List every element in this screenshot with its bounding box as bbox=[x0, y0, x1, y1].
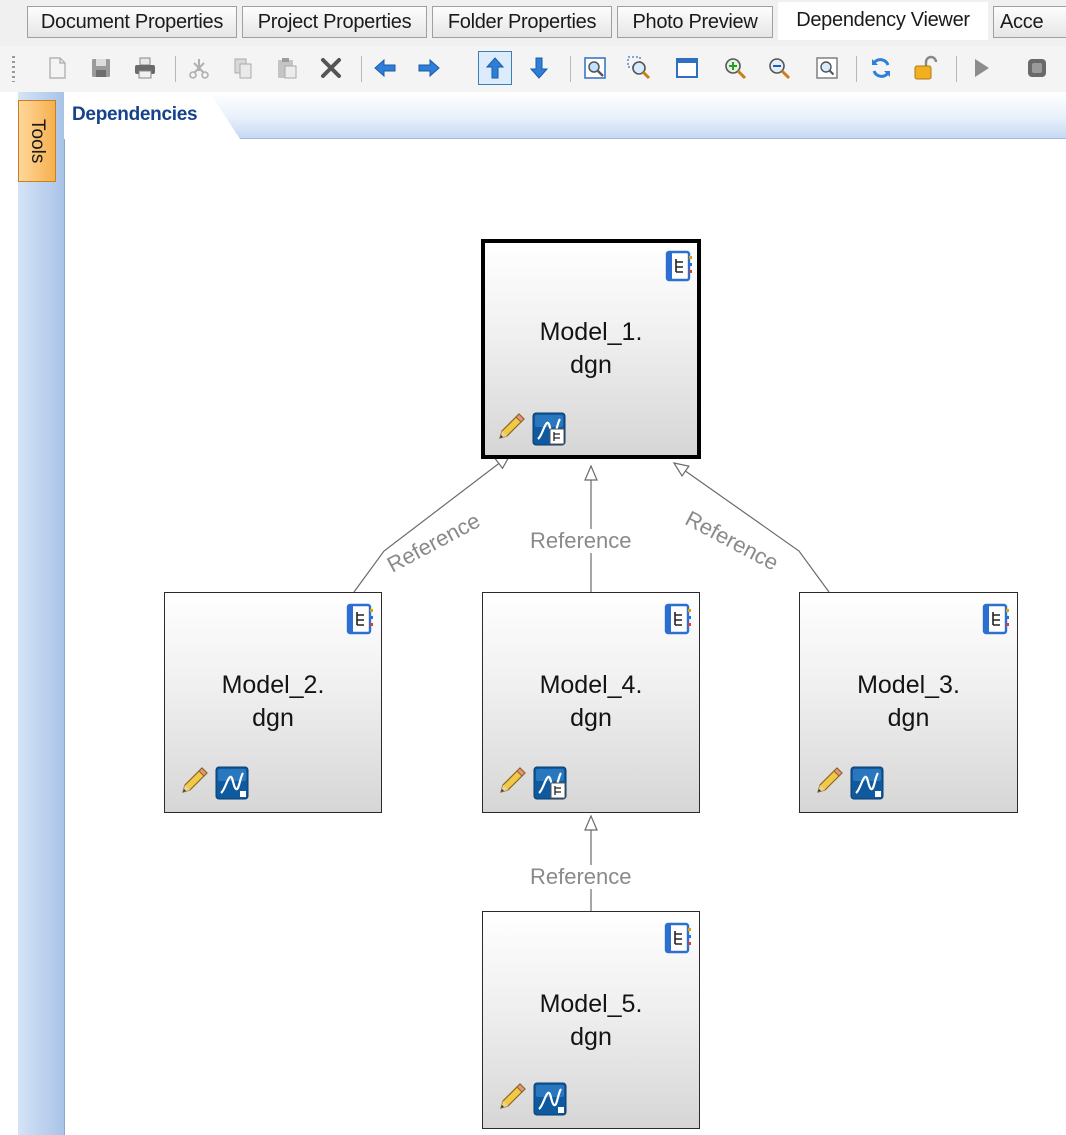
document-type-icon bbox=[346, 603, 374, 635]
node-filename: Model_5.dgn bbox=[483, 988, 699, 1054]
delete-icon[interactable] bbox=[314, 51, 348, 85]
save-icon[interactable] bbox=[84, 51, 118, 85]
node-filename-line1: Model_2. bbox=[221, 671, 325, 699]
node-filename-line1: Model_1. bbox=[539, 318, 643, 346]
new-document-icon[interactable] bbox=[40, 51, 74, 85]
node-filename-line2: dgn bbox=[570, 351, 612, 379]
arrow-right-icon[interactable] bbox=[412, 51, 446, 85]
tab-dependencies-label: Dependencies bbox=[72, 104, 198, 125]
tab-folder-properties[interactable]: Folder Properties bbox=[432, 6, 612, 38]
zoom-in-icon[interactable] bbox=[718, 51, 752, 85]
document-type-icon bbox=[665, 250, 693, 282]
arrow-left-icon[interactable] bbox=[368, 51, 402, 85]
edge-arrowhead bbox=[672, 462, 690, 478]
print-icon[interactable] bbox=[128, 51, 162, 85]
tab-acce[interactable]: Acce bbox=[993, 6, 1066, 38]
tools-panel-tab[interactable]: Tools bbox=[18, 100, 56, 182]
microstation-icon bbox=[215, 766, 249, 800]
microstation-reference-icon bbox=[532, 412, 566, 446]
node-filename-line1: Model_3. bbox=[857, 671, 960, 699]
stop-icon[interactable] bbox=[1020, 51, 1054, 85]
window-icon[interactable] bbox=[670, 51, 704, 85]
paste-icon[interactable] bbox=[270, 51, 304, 85]
zoom-area-icon[interactable] bbox=[622, 51, 656, 85]
dependency-diagram[interactable]: Model_1. dgn Model_2. dgn Model_4. dgn Model_3… bbox=[64, 139, 1066, 1135]
play-icon[interactable] bbox=[964, 51, 998, 85]
tab-project-properties[interactable]: Project Properties bbox=[242, 6, 427, 38]
pencil-icon bbox=[495, 1080, 529, 1114]
node-filename: Model_1.dgn bbox=[485, 316, 697, 382]
node-filename-line2: dgn bbox=[570, 704, 612, 732]
diagram-node-m3[interactable]: Model_3.dgn bbox=[799, 592, 1018, 813]
pencil-icon bbox=[177, 764, 211, 798]
tab-dependency-viewer[interactable]: Dependency Viewer bbox=[778, 2, 988, 40]
edge-label: Reference bbox=[529, 864, 633, 889]
unlock-icon[interactable] bbox=[908, 51, 942, 85]
edge-label: Reference bbox=[529, 528, 633, 553]
node-filename-line2: dgn bbox=[887, 704, 930, 732]
panel-tab-strip: Document Properties Project Properties F… bbox=[0, 0, 1066, 46]
tab-photo-preview[interactable]: Photo Preview bbox=[617, 6, 773, 38]
reference-edge-m2-m1[interactable] bbox=[353, 454, 511, 593]
arrow-up-icon[interactable] bbox=[478, 51, 512, 85]
zoom-fit-icon[interactable] bbox=[810, 51, 844, 85]
pencil-icon bbox=[812, 764, 846, 798]
diagram-node-m5[interactable]: Model_5.dgn bbox=[482, 911, 700, 1129]
fit-view-icon[interactable] bbox=[578, 51, 612, 85]
node-filename: Model_2.dgn bbox=[165, 669, 381, 735]
microstation-icon bbox=[850, 766, 884, 800]
node-filename-line2: dgn bbox=[570, 1023, 612, 1051]
document-type-icon bbox=[664, 603, 692, 635]
tools-tab-label: Tools bbox=[27, 118, 48, 164]
microstation-icon bbox=[533, 1082, 567, 1116]
zoom-out-icon[interactable] bbox=[762, 51, 796, 85]
node-filename-line1: Model_5. bbox=[539, 990, 643, 1018]
refresh-icon[interactable] bbox=[864, 51, 898, 85]
microstation-reference-icon bbox=[533, 766, 567, 800]
pencil-icon bbox=[495, 764, 529, 798]
toolbar-grip[interactable] bbox=[12, 56, 15, 82]
edge-arrowhead bbox=[584, 464, 598, 481]
pencil-icon bbox=[494, 410, 528, 444]
toolbar bbox=[0, 46, 1066, 92]
arrow-down-icon[interactable] bbox=[522, 51, 556, 85]
node-filename: Model_4.dgn bbox=[483, 669, 699, 735]
copy-icon[interactable] bbox=[226, 51, 260, 85]
cut-icon[interactable] bbox=[182, 51, 216, 85]
document-type-icon bbox=[982, 603, 1010, 635]
diagram-node-m1[interactable]: Model_1.dgn bbox=[481, 239, 701, 459]
document-type-icon bbox=[664, 922, 692, 954]
side-rail: Tools bbox=[18, 92, 65, 1135]
node-filename-line2: dgn bbox=[252, 704, 294, 732]
edge-arrowhead bbox=[584, 814, 598, 831]
node-filename-line1: Model_4. bbox=[539, 671, 643, 699]
tab-document-properties[interactable]: Document Properties bbox=[27, 6, 237, 38]
node-filename: Model_3.dgn bbox=[800, 669, 1017, 735]
diagram-node-m4[interactable]: Model_4.dgn bbox=[482, 592, 700, 813]
diagram-node-m2[interactable]: Model_2.dgn bbox=[164, 592, 382, 813]
